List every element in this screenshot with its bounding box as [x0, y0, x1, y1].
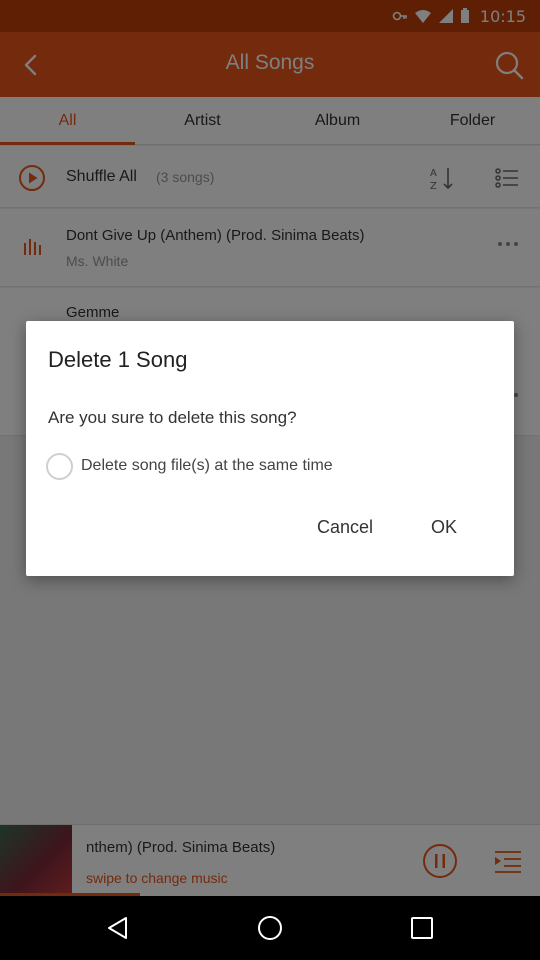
back-nav-icon[interactable] — [104, 914, 132, 942]
dialog-message: Are you sure to delete this song? — [48, 408, 297, 427]
delete-file-checkbox-label[interactable]: Delete song file(s) at the same time — [81, 457, 333, 475]
system-nav-bar — [0, 896, 540, 960]
recents-nav-icon[interactable] — [408, 914, 436, 942]
dialog-title: Delete 1 Song — [48, 347, 188, 372]
home-nav-icon[interactable] — [256, 914, 284, 942]
delete-song-dialog: Delete 1 Song Are you sure to delete thi… — [26, 321, 514, 576]
cancel-button[interactable]: Cancel — [311, 513, 379, 542]
checkbox-circle[interactable] — [46, 453, 73, 480]
ok-button[interactable]: OK — [425, 513, 463, 542]
